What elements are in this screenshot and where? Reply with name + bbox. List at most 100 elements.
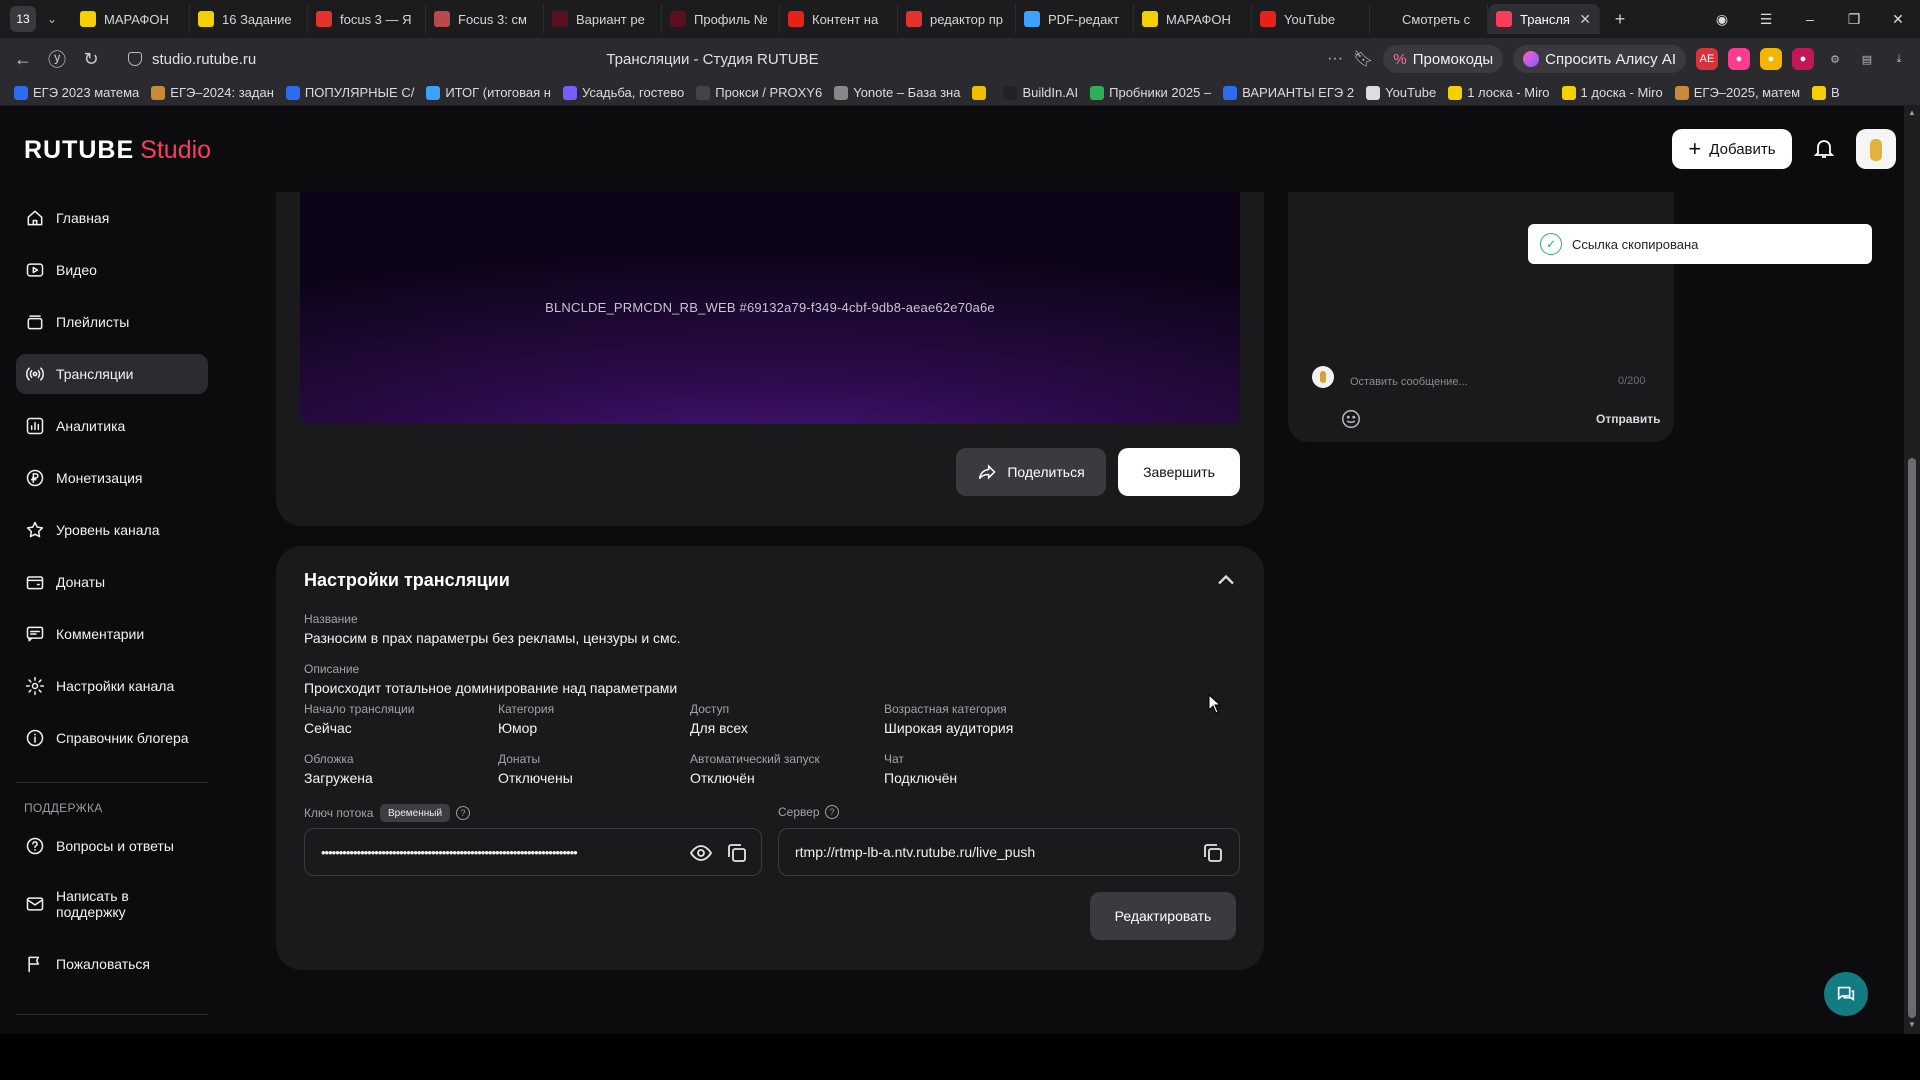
chevron-up-icon[interactable] — [1212, 566, 1240, 594]
eye-icon[interactable] — [689, 841, 713, 865]
bookmark-favicon-icon — [562, 85, 577, 100]
sidebar-item-label: Монетизация — [56, 470, 143, 486]
sidebar-item[interactable]: Трансляции — [16, 354, 208, 394]
more-icon[interactable]: ··· — [1327, 50, 1343, 68]
edit-button[interactable]: Редактировать — [1090, 892, 1236, 940]
browser-tab[interactable]: Смотреть с — [1370, 4, 1488, 34]
chat-message-input[interactable]: Оставить сообщение... — [1350, 376, 1468, 388]
browser-tab[interactable]: Контент на — [780, 4, 898, 34]
scroll-down-icon[interactable]: ▼ — [1904, 1020, 1920, 1029]
bookmark-label: ИТОГ (итоговая н — [445, 85, 551, 100]
server-field[interactable]: rtmp://rtmp-lb-a.ntv.rutube.ru/live_push — [778, 828, 1240, 876]
sidebar-item[interactable]: Плейлисты — [16, 302, 208, 342]
browser-tab[interactable]: редактор пр — [898, 4, 1016, 34]
close-icon[interactable]: ✕ — [1876, 11, 1920, 28]
profile-icon[interactable]: ◉ — [1700, 11, 1744, 28]
bookmark-label: 1 лоска - Miro — [1467, 85, 1550, 100]
bookmark-item[interactable]: BuildIn.AI — [1003, 85, 1078, 100]
sidebar-item[interactable]: Монетизация — [16, 458, 208, 498]
puzzle-icon[interactable]: ⚙ — [1824, 48, 1846, 70]
help-icon[interactable]: ? — [825, 805, 839, 819]
bookmark-item[interactable]: Усадьба, гостево — [562, 85, 684, 100]
scroll-up-icon[interactable]: ▲ — [1904, 108, 1920, 117]
sidebar-item[interactable]: Аналитика — [16, 406, 208, 446]
close-tab-icon[interactable]: ✕ — [1579, 11, 1591, 28]
extension-icon[interactable]: ● — [1760, 48, 1782, 70]
browser-tab[interactable]: Трансля ✕ — [1488, 4, 1600, 34]
sidebar-item[interactable]: Донаты — [16, 562, 208, 602]
setting-label: Донаты — [498, 752, 541, 766]
sidebar-item[interactable]: Комментарии — [16, 614, 208, 654]
sidebar-item[interactable]: Вопросы и ответы — [16, 826, 208, 866]
bookmark-item[interactable]: 1 лоска - Miro — [1448, 85, 1550, 100]
extension-icon[interactable]: ● — [1728, 48, 1750, 70]
browser-tab[interactable]: Вариант ре — [544, 4, 662, 34]
rutube-studio-logo[interactable]: RUTUBE Studio — [24, 136, 211, 165]
minimize-icon[interactable]: – — [1788, 11, 1832, 27]
alice-button[interactable]: Спросить Алису AI — [1513, 45, 1686, 73]
scroll-thumb[interactable] — [1908, 458, 1916, 1018]
bookmark-item[interactable]: Прокси / PROXY6 — [696, 85, 822, 100]
menu-icon[interactable]: ☰ — [1744, 11, 1788, 28]
copy-icon[interactable] — [725, 841, 749, 865]
tab-counter[interactable]: 13 — [10, 6, 36, 32]
promo-button[interactable]: % Промокоды — [1383, 45, 1504, 73]
bookmark-favicon-icon — [426, 85, 441, 100]
browser-tab[interactable]: YouTube — [1252, 4, 1370, 34]
sidebar-item[interactable]: Настройки канала — [16, 666, 208, 706]
chevron-down-icon[interactable]: ⌄ — [40, 12, 64, 26]
browser-tab[interactable]: МАРАФОН — [1134, 4, 1252, 34]
sidebar-item[interactable]: Видео — [16, 250, 208, 290]
description-value: Происходит тотальное доминирование над п… — [304, 680, 678, 696]
avatar[interactable] — [1856, 129, 1896, 169]
name-value: Разносим в прах параметры без рекламы, ц… — [304, 630, 681, 646]
browser-tab[interactable]: 16 Задание — [190, 4, 308, 34]
extension-icon[interactable]: AE — [1696, 48, 1718, 70]
support-chat-button[interactable] — [1824, 972, 1868, 1016]
sidebar-item[interactable]: Справочник блогера — [16, 718, 208, 758]
copy-icon[interactable] — [1201, 841, 1225, 865]
extension-icon[interactable]: ● — [1792, 48, 1814, 70]
bookmark-item[interactable]: Yonote – База зна — [834, 85, 960, 100]
browser-tab[interactable]: Focus 3: cм — [426, 4, 544, 34]
bookmark-item[interactable]: Пробники 2025 – — [1090, 85, 1211, 100]
help-icon[interactable]: ? — [456, 806, 470, 820]
logo-studio: Studio — [140, 136, 212, 164]
gear-icon — [24, 675, 46, 697]
bookmark-item[interactable]: ПОПУЛЯРНЫЕ С/ — [285, 85, 414, 100]
bookmark-item[interactable]: 1 доска - Miro — [1561, 85, 1663, 100]
restore-icon[interactable]: ❐ — [1832, 11, 1876, 28]
add-button[interactable]: + Добавить — [1672, 129, 1792, 169]
sidebar-item[interactable]: Написать в поддержку — [16, 878, 208, 930]
bookmark-item[interactable]: YouTube — [1366, 85, 1436, 100]
bookmark-item[interactable]: ЕГЭ 2023 матема — [14, 85, 139, 100]
info-icon — [24, 727, 46, 749]
video-preview[interactable]: BLNCLDE_PRMCDN_RB_WEB #69132a79-f349-4cb… — [300, 192, 1240, 424]
sidebar-item[interactable]: Главная — [16, 198, 208, 238]
sidebar-item[interactable]: Уровень канала — [16, 510, 208, 550]
share-button[interactable]: Поделиться — [956, 448, 1106, 496]
bookmark-icon[interactable]: 🔖︎ — [1353, 49, 1373, 69]
bookmark-item[interactable]: ИТОГ (итоговая н — [426, 85, 551, 100]
bookmark-item[interactable]: ЕГЭ–2025, матем — [1674, 85, 1800, 100]
page-title: Трансляции - Студия RUTUBE — [606, 50, 819, 68]
bell-icon[interactable] — [1812, 136, 1836, 160]
bookmark-item[interactable]: В — [1812, 85, 1840, 100]
stream-key-field[interactable]: ••••••••••••••••••••••••••••••••••••••••… — [304, 828, 762, 876]
browser-tab[interactable]: Профиль № — [662, 4, 780, 34]
server-label: Сервер — [778, 805, 820, 819]
finish-button[interactable]: Завершить — [1118, 448, 1240, 496]
browser-tab[interactable]: МАРАФОН — [72, 4, 190, 34]
browser-tab[interactable]: focus 3 — Я — [308, 4, 426, 34]
download-icon[interactable]: ⤓ — [1888, 48, 1910, 70]
bookmark-item[interactable] — [972, 85, 991, 100]
browser-tab[interactable]: PDF-редакт — [1016, 4, 1134, 34]
page-scrollbar[interactable]: ▲ ▼ — [1904, 106, 1920, 1034]
new-tab-button[interactable]: + — [1606, 9, 1634, 30]
sidebar-item[interactable]: Пожаловаться — [16, 944, 208, 984]
emoji-icon[interactable] — [1340, 408, 1362, 430]
send-button[interactable]: Отправить — [1596, 412, 1660, 426]
collections-icon[interactable]: ▤ — [1856, 48, 1878, 70]
bookmark-item[interactable]: ВАРИАНТЫ ЕГЭ 2 — [1223, 85, 1354, 100]
bookmark-item[interactable]: ЕГЭ–2024: задан — [151, 85, 274, 100]
